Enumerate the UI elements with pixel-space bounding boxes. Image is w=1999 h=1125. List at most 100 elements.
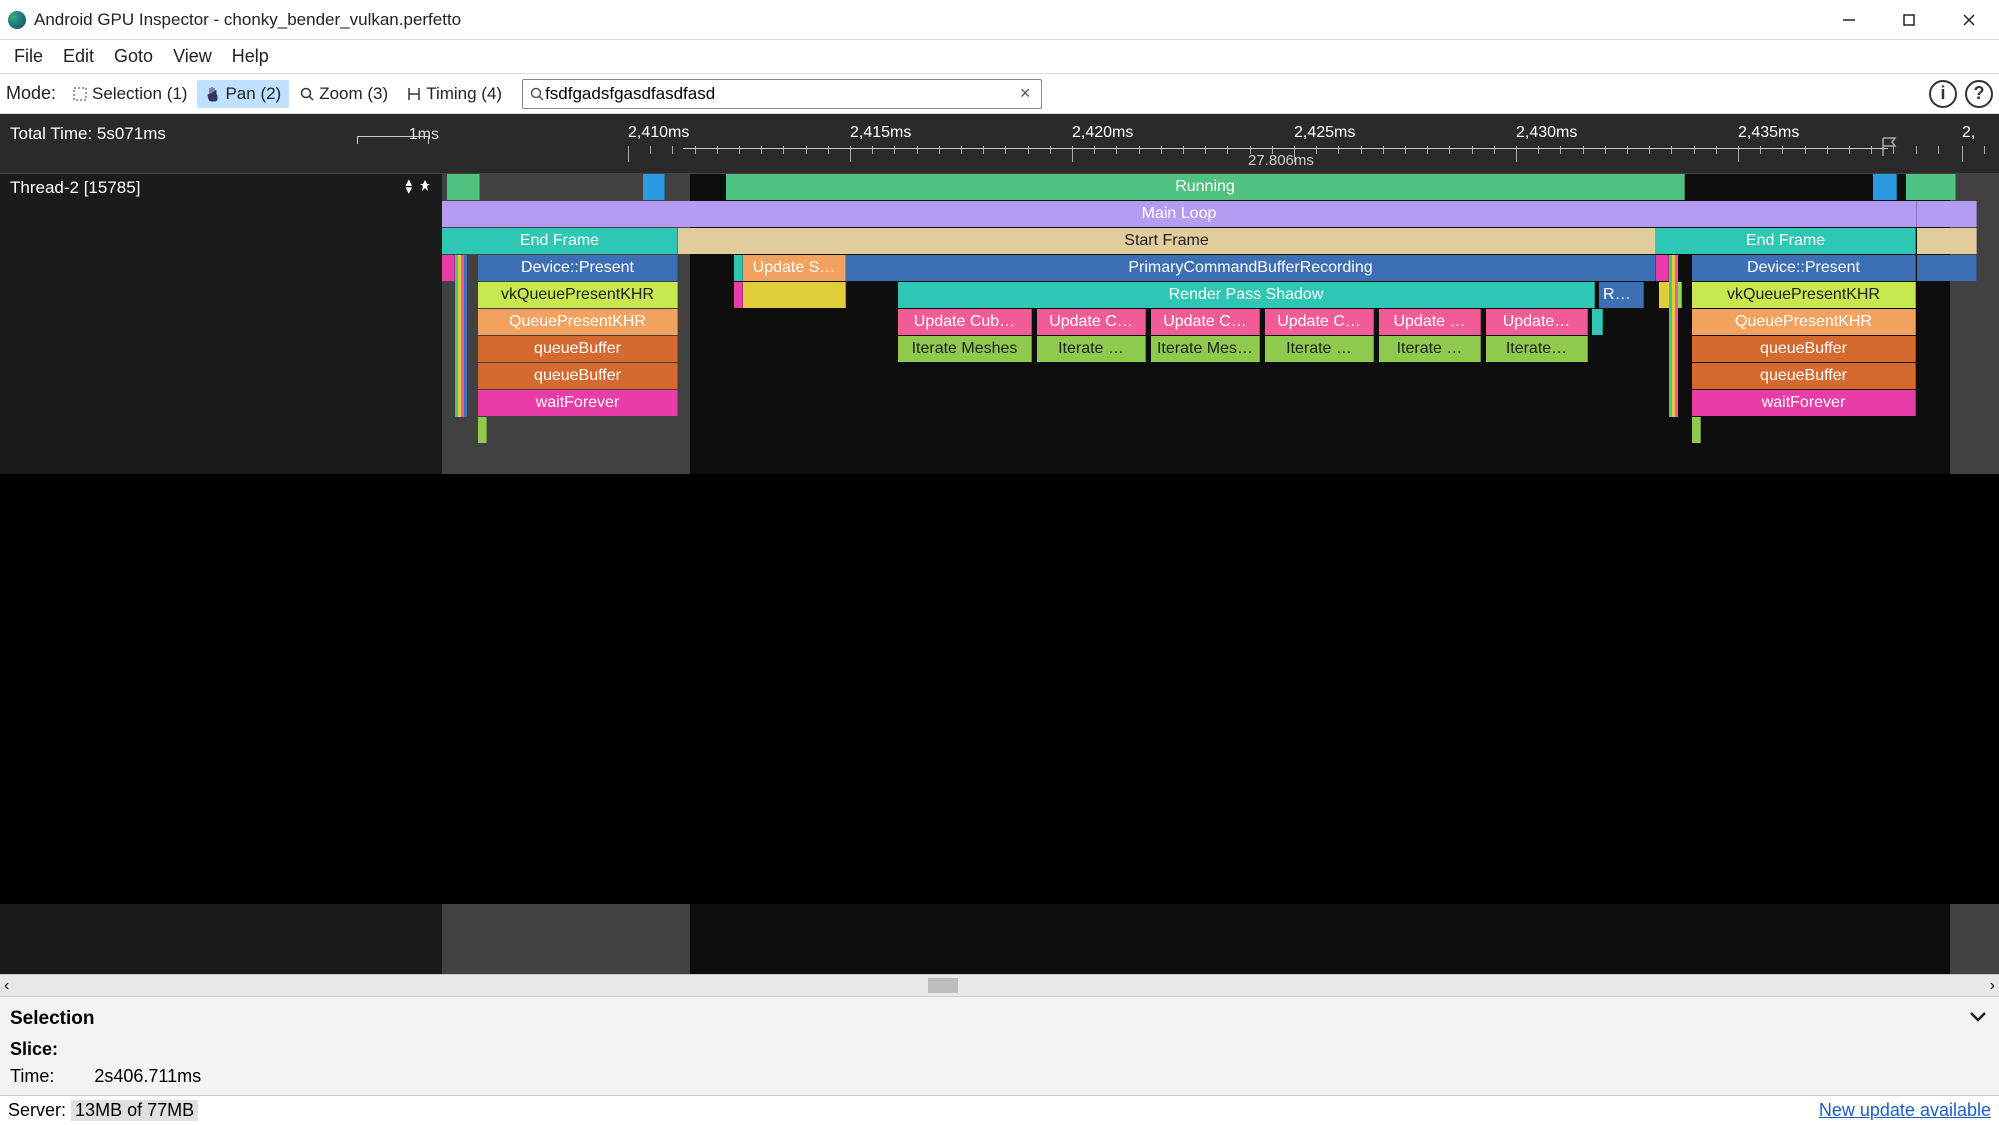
- timing-icon: [406, 86, 422, 102]
- trace-slice[interactable]: Update …: [1379, 309, 1481, 335]
- trace-slice[interactable]: [643, 174, 665, 200]
- trace-slice[interactable]: Update…: [1486, 309, 1588, 335]
- horizontal-scrollbar[interactable]: ‹ ›: [0, 974, 1999, 996]
- trace-slice[interactable]: End Frame: [442, 228, 678, 254]
- mode-label-text: Timing (4): [426, 84, 502, 104]
- trace-slice[interactable]: Device::Present: [478, 255, 678, 281]
- trace-slice[interactable]: waitForever: [478, 390, 678, 416]
- time-tick: 2,420ms: [1072, 124, 1133, 142]
- trace-slice[interactable]: [1906, 174, 1956, 200]
- trace-slice[interactable]: Iterate Mes…: [1151, 336, 1260, 362]
- help-button[interactable]: ?: [1965, 80, 1993, 108]
- menubar: File Edit Goto View Help: [0, 40, 1999, 74]
- titlebar: Android GPU Inspector - chonky_bender_vu…: [0, 0, 1999, 40]
- selection-icon: [72, 86, 88, 102]
- total-time-label: Total Time: 5s071ms: [10, 124, 166, 144]
- mode-pan-button[interactable]: Pan (2): [197, 80, 289, 108]
- close-button[interactable]: [1939, 0, 1999, 40]
- trace-slice[interactable]: [1692, 417, 1701, 443]
- menu-view[interactable]: View: [163, 42, 222, 71]
- scrollbar-thumb[interactable]: [928, 978, 958, 993]
- thread-header[interactable]: Thread-2 [15785] ▴▾: [0, 174, 442, 202]
- trace-slice[interactable]: End Frame: [1656, 228, 1916, 254]
- minimize-icon: [1841, 12, 1857, 28]
- pan-icon: [205, 86, 221, 102]
- trace-slice[interactable]: [1917, 255, 1977, 281]
- trace-slice[interactable]: [442, 255, 455, 281]
- slice-label: Slice:: [10, 1039, 58, 1060]
- trace-thin-marker: [464, 255, 467, 417]
- trace-slice[interactable]: Update C…: [1151, 309, 1260, 335]
- scale-label: 1ms: [409, 126, 439, 144]
- mode-timing-button[interactable]: Timing (4): [398, 80, 510, 108]
- trace-slice[interactable]: [734, 255, 743, 281]
- time-label: Time:: [10, 1066, 54, 1087]
- time-tick: 2,410ms: [628, 124, 689, 142]
- search-box[interactable]: ×: [522, 79, 1042, 109]
- trace-slice[interactable]: QueuePresentKHR: [1692, 309, 1916, 335]
- trace-slice[interactable]: [1656, 255, 1669, 281]
- scroll-right-button[interactable]: ›: [1990, 977, 1995, 995]
- tick-mark: [1938, 146, 1939, 154]
- trace-slice[interactable]: [1917, 201, 1977, 227]
- scroll-left-button[interactable]: ‹: [4, 977, 9, 995]
- mode-zoom-button[interactable]: Zoom (3): [291, 80, 396, 108]
- trace-slice[interactable]: queueBuffer: [1692, 336, 1916, 362]
- menu-edit[interactable]: Edit: [53, 42, 104, 71]
- minimize-button[interactable]: [1819, 0, 1879, 40]
- trace-slice[interactable]: Iterate …: [1379, 336, 1481, 362]
- time-ruler[interactable]: Total Time: 5s071ms 1ms 2,410ms2,415ms2,…: [0, 114, 1999, 174]
- trace-slice[interactable]: Update C…: [1037, 309, 1146, 335]
- menu-help[interactable]: Help: [222, 42, 279, 71]
- trace-slice[interactable]: Update C…: [1265, 309, 1374, 335]
- trace-slice[interactable]: [1873, 174, 1897, 200]
- flag-start-icon[interactable]: [1880, 136, 1902, 158]
- trace-slice[interactable]: Render Pass Shadow: [898, 282, 1595, 308]
- trace-slice[interactable]: vkQueuePresentKHR: [1692, 282, 1916, 308]
- mode-selection-button[interactable]: Selection (1): [64, 80, 195, 108]
- trace-slice[interactable]: queueBuffer: [478, 336, 678, 362]
- chevron-down-icon: [1967, 1005, 1989, 1027]
- trace-slice[interactable]: [447, 174, 480, 200]
- pin-icon[interactable]: [418, 178, 432, 198]
- trace-slice[interactable]: Iterate …: [1265, 336, 1374, 362]
- trace-slice[interactable]: [1592, 309, 1603, 335]
- collapse-icon[interactable]: ▴▾: [405, 178, 412, 198]
- update-link[interactable]: New update available: [1819, 1100, 1991, 1121]
- thread-name: Thread-2 [15785]: [10, 178, 140, 198]
- trace-slice[interactable]: [478, 417, 487, 443]
- trace-slice[interactable]: Iterate…: [1486, 336, 1588, 362]
- search-clear-button[interactable]: ×: [1015, 83, 1035, 104]
- visible-span-label: 27.806ms: [1248, 152, 1314, 169]
- info-button[interactable]: i: [1929, 80, 1957, 108]
- trace-slice[interactable]: PrimaryCommandBufferRecording: [846, 255, 1656, 281]
- trace-slice[interactable]: Device::Present: [1692, 255, 1916, 281]
- trace-slice[interactable]: Running: [726, 174, 1685, 200]
- trace-slice[interactable]: [1917, 228, 1977, 254]
- menu-goto[interactable]: Goto: [104, 42, 163, 71]
- trace-slice[interactable]: vkQueuePresentKHR: [478, 282, 678, 308]
- trace-slice[interactable]: Main Loop: [442, 201, 1917, 227]
- tick-mark: [1962, 146, 1963, 162]
- trace-slice[interactable]: Update Cub…: [898, 309, 1032, 335]
- trace-slice[interactable]: Iterate …: [1037, 336, 1146, 362]
- tick-mark: [628, 146, 629, 162]
- trace-slice[interactable]: [743, 282, 846, 308]
- menu-file[interactable]: File: [4, 42, 53, 71]
- trace-slice[interactable]: Update S…: [743, 255, 846, 281]
- details-collapse-button[interactable]: [1967, 1005, 1989, 1033]
- trace-slice[interactable]: waitForever: [1692, 390, 1916, 416]
- time-tick: 2,: [1962, 124, 1975, 142]
- mode-label-text: Pan (2): [225, 84, 281, 104]
- timeline[interactable]: Total Time: 5s071ms 1ms 2,410ms2,415ms2,…: [0, 114, 1999, 974]
- trace-slice[interactable]: queueBuffer: [1692, 363, 1916, 389]
- trace-slice[interactable]: [734, 282, 743, 308]
- trace-slice[interactable]: QueuePresentKHR: [478, 309, 678, 335]
- search-input[interactable]: [545, 84, 1015, 104]
- trace-slice[interactable]: Iterate Meshes: [898, 336, 1032, 362]
- maximize-button[interactable]: [1879, 0, 1939, 40]
- trace-slice[interactable]: queueBuffer: [478, 363, 678, 389]
- visible-span-bar: [683, 148, 1888, 149]
- trace-slice[interactable]: Re…: [1599, 282, 1644, 308]
- trace-slice[interactable]: Start Frame: [678, 228, 1656, 254]
